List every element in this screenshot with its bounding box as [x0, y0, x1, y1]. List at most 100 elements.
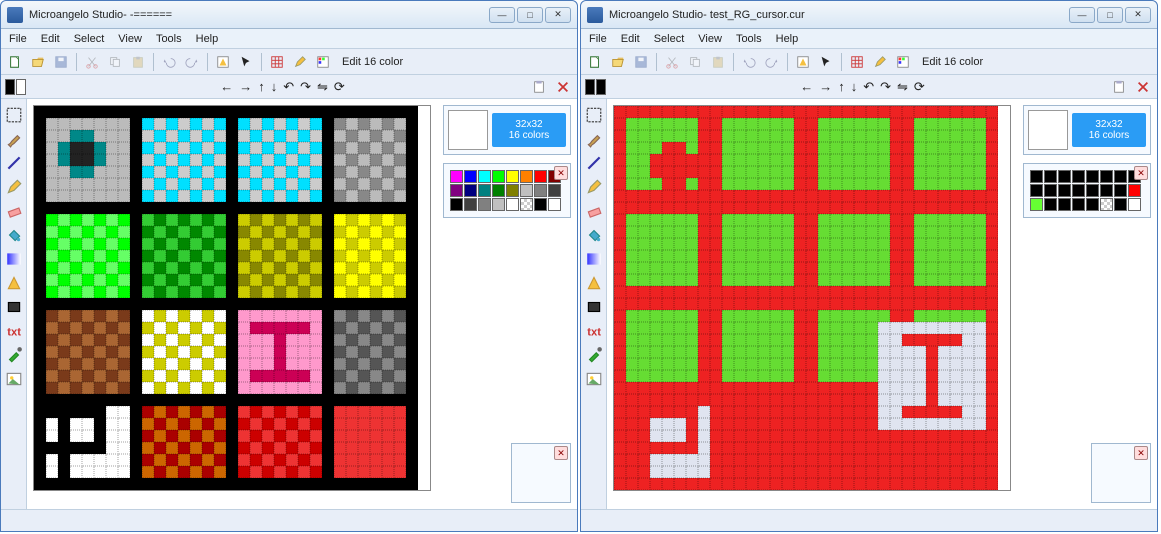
close-icon[interactable]: ✕ [1134, 166, 1148, 180]
arrow-up-icon[interactable]: ↑ [838, 79, 845, 95]
text-icon[interactable]: txt [4, 321, 24, 341]
palette-color[interactable] [1072, 170, 1085, 183]
arrow-right-icon[interactable]: → [239, 79, 252, 95]
dropper-icon[interactable] [584, 345, 604, 365]
pixel-canvas[interactable] [607, 99, 1017, 509]
close-icon[interactable]: ✕ [554, 166, 568, 180]
palette-color[interactable] [1114, 184, 1127, 197]
pencil-icon[interactable] [584, 177, 604, 197]
palette-color[interactable] [1100, 198, 1113, 211]
palette-color[interactable] [548, 184, 561, 197]
pencil-icon[interactable] [4, 177, 24, 197]
select-icon[interactable] [584, 105, 604, 125]
gradient-icon[interactable] [584, 249, 604, 269]
arrow-left-icon[interactable]: ← [800, 79, 813, 95]
size-badge[interactable]: 32x3216 colors [492, 113, 566, 147]
shape-icon[interactable] [584, 273, 604, 293]
menu-help[interactable]: Help [776, 33, 799, 45]
close-icon[interactable]: ✕ [1134, 446, 1148, 460]
pencil-icon[interactable] [870, 52, 890, 72]
palette-color[interactable] [1072, 184, 1085, 197]
close-button[interactable]: ✕ [545, 7, 571, 23]
fill-icon[interactable] [4, 225, 24, 245]
wizard-icon[interactable] [213, 52, 233, 72]
menu-tools[interactable]: Tools [156, 33, 182, 45]
palette-color[interactable] [506, 184, 519, 197]
palette-icon[interactable] [313, 52, 333, 72]
select-icon[interactable] [4, 105, 24, 125]
menu-edit[interactable]: Edit [41, 33, 60, 45]
arrow-up-icon[interactable]: ↑ [258, 79, 265, 95]
palette-color[interactable] [450, 184, 463, 197]
delete-icon[interactable] [1133, 77, 1153, 97]
grid-icon[interactable] [267, 52, 287, 72]
arrow-down-icon[interactable]: ↓ [851, 79, 858, 95]
bg-color-swatch[interactable] [596, 79, 606, 95]
eraser-icon[interactable] [4, 201, 24, 221]
rect-icon[interactable] [4, 297, 24, 317]
palette-color[interactable] [478, 170, 491, 183]
format-thumb[interactable] [1028, 110, 1068, 150]
cycle-icon[interactable]: ⟳ [914, 79, 925, 95]
palette-icon[interactable] [893, 52, 913, 72]
palette-color[interactable] [520, 184, 533, 197]
palette-color[interactable] [478, 198, 491, 211]
maximize-button[interactable]: □ [1097, 7, 1123, 23]
clipboard-icon[interactable] [1109, 77, 1129, 97]
palette-color[interactable] [520, 170, 533, 183]
delete-icon[interactable] [553, 77, 573, 97]
palette-color[interactable] [1044, 184, 1057, 197]
menu-help[interactable]: Help [196, 33, 219, 45]
palette-color[interactable] [1058, 184, 1071, 197]
palette-color[interactable] [1114, 170, 1127, 183]
palette-color[interactable] [1044, 170, 1057, 183]
line-icon[interactable] [4, 153, 24, 173]
rect-icon[interactable] [584, 297, 604, 317]
image-icon[interactable] [584, 369, 604, 389]
menu-tools[interactable]: Tools [736, 33, 762, 45]
arrow-left-icon[interactable]: ← [220, 79, 233, 95]
pixel-canvas[interactable] [27, 99, 437, 509]
palette-color[interactable] [492, 170, 505, 183]
minimize-button[interactable]: — [1069, 7, 1095, 23]
brush-icon[interactable] [4, 129, 24, 149]
size-badge[interactable]: 32x3216 colors [1072, 113, 1146, 147]
palette-color[interactable] [506, 170, 519, 183]
palette-color[interactable] [478, 184, 491, 197]
palette-color[interactable] [1086, 198, 1099, 211]
text-icon[interactable]: txt [584, 321, 604, 341]
maximize-button[interactable]: □ [517, 7, 543, 23]
palette-color[interactable] [548, 198, 561, 211]
bg-color-swatch[interactable] [16, 79, 26, 95]
cycle-icon[interactable]: ⟳ [334, 79, 345, 95]
menu-view[interactable]: View [118, 33, 142, 45]
palette-color[interactable] [1100, 184, 1113, 197]
brush-icon[interactable] [584, 129, 604, 149]
minimize-button[interactable]: — [489, 7, 515, 23]
palette-color[interactable] [464, 184, 477, 197]
rotate-right-icon[interactable]: ↷ [880, 79, 891, 95]
flip-icon[interactable]: ⇋ [317, 79, 328, 95]
new-file-icon[interactable] [585, 52, 605, 72]
fill-icon[interactable] [584, 225, 604, 245]
rotate-right-icon[interactable]: ↷ [300, 79, 311, 95]
pencil-icon[interactable] [290, 52, 310, 72]
eraser-icon[interactable] [584, 201, 604, 221]
shape-icon[interactable] [4, 273, 24, 293]
open-folder-icon[interactable] [28, 52, 48, 72]
palette-color[interactable] [1086, 184, 1099, 197]
palette-color[interactable] [450, 170, 463, 183]
open-folder-icon[interactable] [608, 52, 628, 72]
menu-select[interactable]: Select [74, 33, 105, 45]
palette-color[interactable] [1058, 170, 1071, 183]
menu-file[interactable]: File [9, 33, 27, 45]
palette-color[interactable] [1114, 198, 1127, 211]
palette-color[interactable] [1128, 184, 1141, 197]
palette-color[interactable] [450, 198, 463, 211]
line-icon[interactable] [584, 153, 604, 173]
fg-color-swatch[interactable] [585, 79, 595, 95]
palette-color[interactable] [506, 198, 519, 211]
grid-icon[interactable] [847, 52, 867, 72]
menu-select[interactable]: Select [654, 33, 685, 45]
cursor-icon[interactable] [236, 52, 256, 72]
